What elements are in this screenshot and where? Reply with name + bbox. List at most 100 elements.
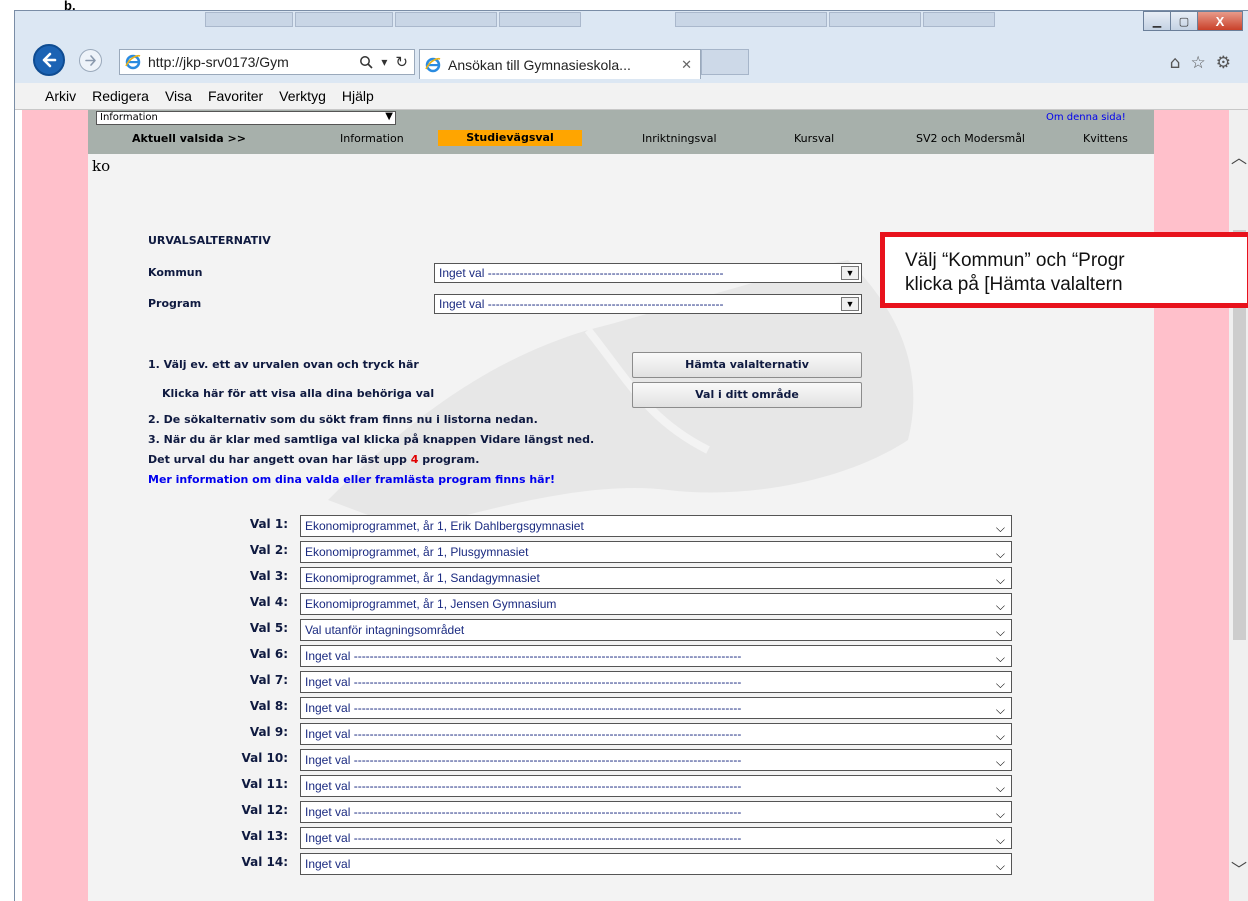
choice-select[interactable]: Ekonomiprogrammet, år 1, Sandagymnasiet ⌵ [300, 567, 1012, 589]
address-bar[interactable]: http://jkp-srv0173/Gym ▾ ↻ [119, 49, 415, 75]
choice-label: Val 3: [249, 569, 288, 583]
step-tabs: Aktuell valsida >> Information Studieväg… [88, 128, 1154, 148]
dropdown-arrow-icon[interactable]: ▾ [381, 55, 387, 69]
active-tab[interactable]: Ansökan till Gymnasieskola... ✕ [419, 49, 701, 79]
chevron-down-icon: ⌵ [995, 833, 1005, 847]
chevron-down-icon: ⌵ [995, 521, 1005, 535]
instruction-step2: 2. De sökalternativ som du sökt fram fin… [148, 413, 538, 426]
forward-button[interactable] [79, 49, 102, 72]
program-select[interactable]: Inget val ------------------------------… [434, 294, 862, 314]
kommun-select-value: Inget val ------------------------------… [439, 266, 724, 280]
choice-select[interactable]: Inget val ⌵ [300, 853, 1012, 875]
home-icon[interactable]: ⌂ [1170, 53, 1181, 73]
page-topbar: Information ▼ Om denna sida! Aktuell val… [88, 110, 1154, 154]
choice-label: Val 1: [249, 517, 288, 531]
choice-label: Val 12: [241, 803, 288, 817]
favorites-star-icon[interactable]: ☆ [1191, 53, 1206, 73]
choice-select-value: Inget val ------------------------------… [305, 701, 742, 715]
choice-select[interactable]: Inget val ------------------------------… [300, 775, 1012, 797]
choice-select[interactable]: Ekonomiprogrammet, år 1, Plusgymnasiet ⌵ [300, 541, 1012, 563]
fetch-alternatives-button[interactable]: Hämta valalternativ [632, 352, 862, 378]
choice-label: Val 8: [249, 699, 288, 713]
choice-select[interactable]: Val utanför intagningsområdet ⌵ [300, 619, 1012, 641]
tab-studievagsval[interactable]: Studievägsval [438, 130, 582, 146]
vertical-scrollbar[interactable]: ︿ ﹀ [1229, 110, 1248, 901]
choice-label: Val 14: [241, 855, 288, 869]
kommun-label: Kommun [148, 266, 203, 279]
choice-label: Val 4: [249, 595, 288, 609]
settings-gear-icon[interactable]: ⚙ [1216, 53, 1231, 73]
chevron-down-icon[interactable]: ﹀ [1231, 856, 1247, 880]
ghost-tab [829, 12, 921, 27]
maximize-button[interactable]: ▢ [1170, 11, 1198, 31]
chevron-down-icon: ▼ [841, 297, 859, 311]
choice-select-value: Inget val ------------------------------… [305, 805, 742, 819]
menu-redigera[interactable]: Redigera [84, 88, 157, 104]
arrow-left-icon [42, 52, 57, 68]
ghost-tab [295, 12, 393, 27]
tab-kvittens[interactable]: Kvittens [1083, 132, 1128, 145]
menu-bar: Arkiv Redigera Visa Favoriter Verktyg Hj… [15, 83, 1248, 110]
about-page-link[interactable]: Om denna sida! [1046, 112, 1126, 123]
kommun-select[interactable]: Inget val ------------------------------… [434, 263, 862, 283]
page-margin-left [22, 110, 88, 901]
chevron-down-icon: ⌵ [995, 703, 1005, 717]
new-tab-button[interactable] [701, 49, 749, 75]
choice-label: Val 11: [241, 777, 288, 791]
tab-inriktningsval[interactable]: Inriktningsval [642, 132, 717, 145]
close-tab-icon[interactable]: ✕ [681, 57, 692, 73]
choice-select[interactable]: Inget val ------------------------------… [300, 697, 1012, 719]
more-info-link[interactable]: Mer information om dina valda eller fram… [148, 473, 555, 486]
result-prefix: Det urval du har angett ovan har läst up… [148, 453, 407, 466]
choice-select[interactable]: Inget val ------------------------------… [300, 645, 1012, 667]
choice-label: Val 5: [249, 621, 288, 635]
choice-label: Val 7: [249, 673, 288, 687]
menu-visa[interactable]: Visa [157, 88, 200, 104]
choice-select-value: Ekonomiprogrammet, år 1, Jensen Gymnasiu… [305, 597, 557, 611]
menu-arkiv[interactable]: Arkiv [15, 88, 84, 104]
menu-favoriter[interactable]: Favoriter [200, 88, 271, 104]
choice-select[interactable]: Ekonomiprogrammet, år 1, Erik Dahlbergsg… [300, 515, 1012, 537]
chevron-up-icon[interactable]: ︿ [1231, 144, 1247, 168]
chevron-down-icon: ⌵ [995, 781, 1005, 795]
back-button[interactable] [33, 44, 65, 76]
area-choices-button[interactable]: Val i ditt område [632, 382, 862, 408]
ghost-tab [923, 12, 995, 27]
close-window-button[interactable]: X [1197, 11, 1243, 31]
page-viewport: Information ▼ Om denna sida! Aktuell val… [15, 110, 1229, 901]
chevron-down-icon: ⌵ [995, 651, 1005, 665]
address-text: http://jkp-srv0173/Gym [148, 54, 289, 70]
refresh-icon[interactable]: ↻ [395, 53, 408, 71]
form-heading: URVALSALTERNATIV [148, 234, 271, 247]
tab-kursval[interactable]: Kursval [794, 132, 834, 145]
choice-select[interactable]: Inget val ------------------------------… [300, 749, 1012, 771]
ghost-tab [395, 12, 497, 27]
tab-title: Ansökan till Gymnasieskola... [448, 56, 631, 73]
instruction-step3: 3. När du är klar med samtliga val klick… [148, 433, 595, 446]
chevron-down-icon: ⌵ [995, 755, 1005, 769]
choice-label: Val 2: [249, 543, 288, 557]
choice-label: Val 10: [241, 751, 288, 765]
choice-label: Val 13: [241, 829, 288, 843]
choice-select-value: Inget val ------------------------------… [305, 675, 742, 689]
minimize-button[interactable]: ▁ [1143, 11, 1171, 31]
page-margin-right [1154, 110, 1229, 901]
tab-information[interactable]: Information [340, 132, 404, 145]
choice-select[interactable]: Inget val ------------------------------… [300, 671, 1012, 693]
instruction-step1: 1. Välj ev. ett av urvalen ovan och tryc… [148, 358, 419, 371]
choice-select-value: Ekonomiprogrammet, år 1, Erik Dahlbergsg… [305, 519, 584, 533]
choice-select-value: Val utanför intagningsområdet [305, 623, 465, 637]
search-icon[interactable] [359, 55, 373, 69]
program-select-value: Inget val ------------------------------… [439, 297, 724, 311]
menu-verktyg[interactable]: Verktyg [271, 88, 334, 104]
choice-select-value: Inget val [305, 857, 351, 871]
choice-select[interactable]: Ekonomiprogrammet, år 1, Jensen Gymnasiu… [300, 593, 1012, 615]
choice-select-value: Inget val ------------------------------… [305, 779, 742, 793]
ie-logo-icon [125, 54, 141, 70]
choice-select[interactable]: Inget val ------------------------------… [300, 723, 1012, 745]
menu-hjalp[interactable]: Hjälp [334, 88, 382, 104]
choice-select[interactable]: Inget val ------------------------------… [300, 801, 1012, 823]
choice-select[interactable]: Inget val ------------------------------… [300, 827, 1012, 849]
information-select[interactable]: Information ▼ [96, 111, 396, 125]
tab-sv2-modersmal[interactable]: SV2 och Modersmål [916, 132, 1025, 145]
